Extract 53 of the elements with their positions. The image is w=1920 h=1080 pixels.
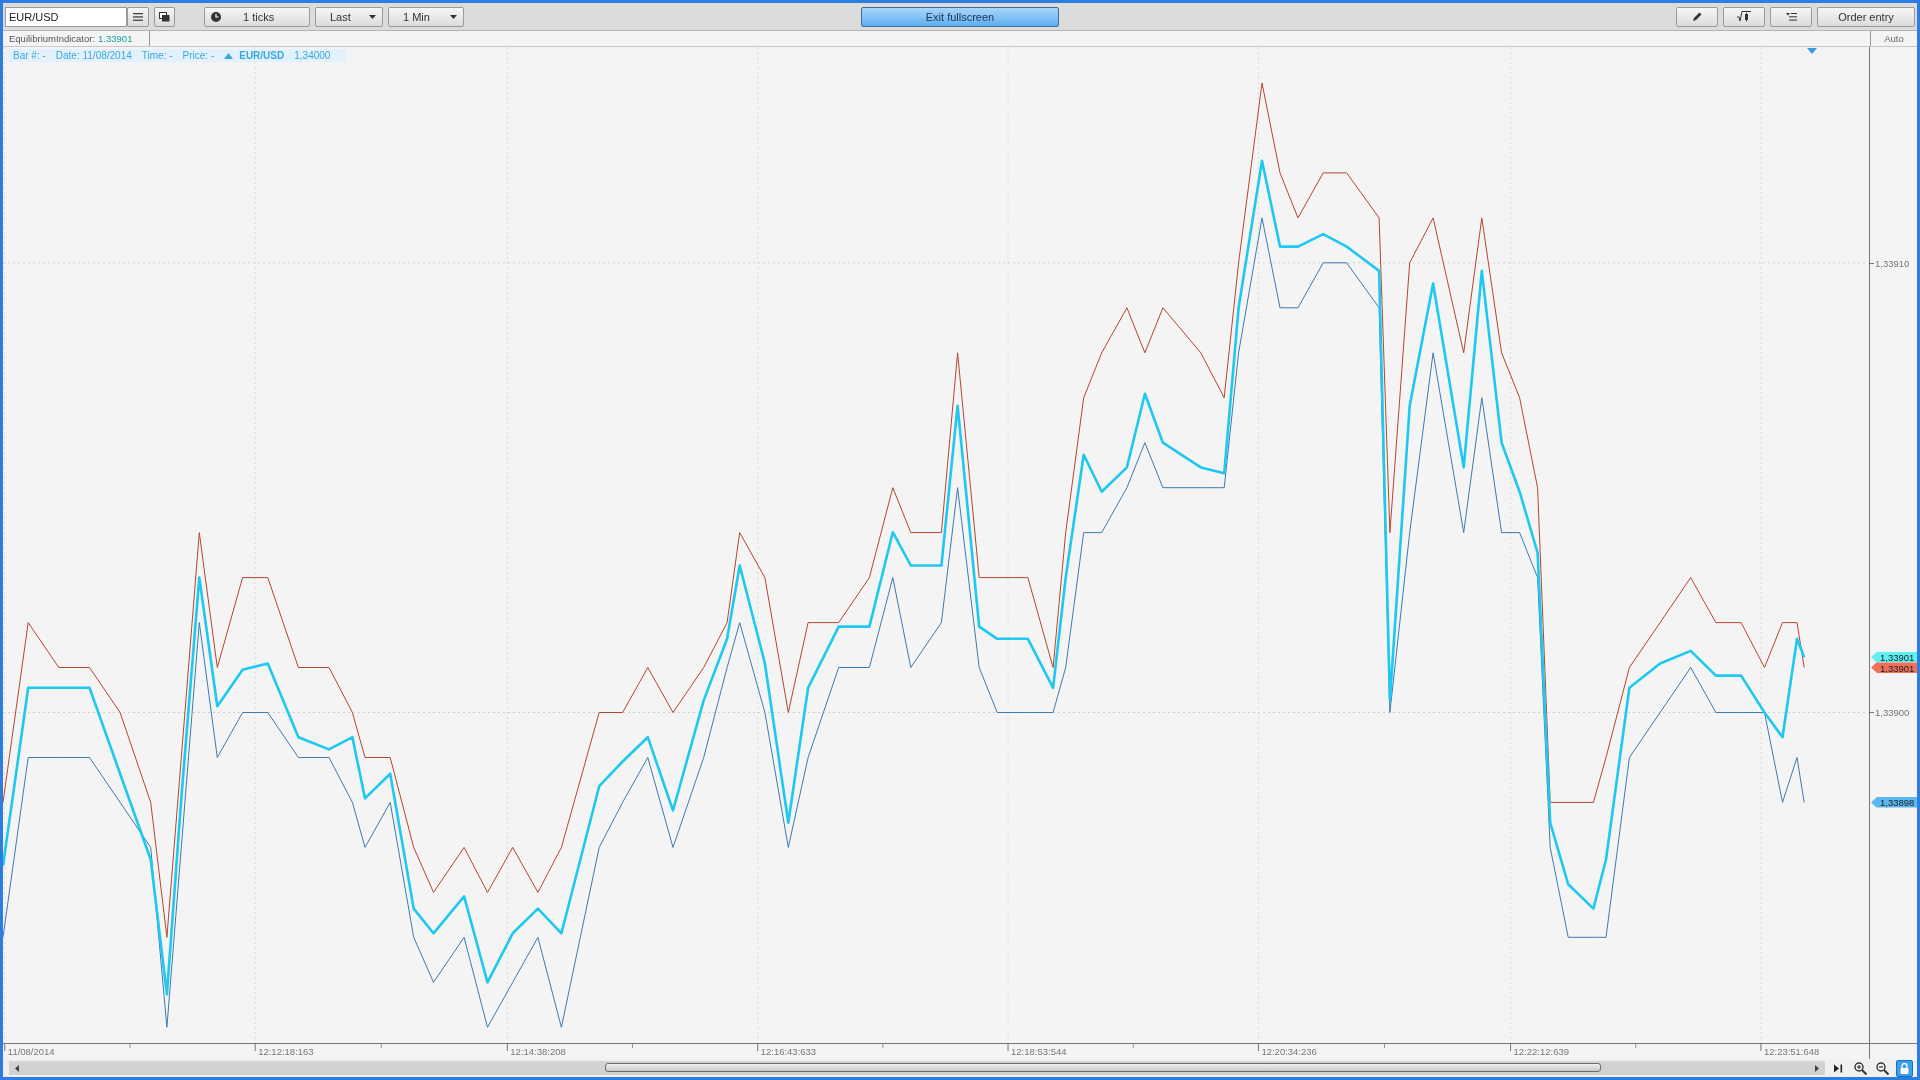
zoom-out-icon [1876, 1061, 1889, 1075]
menu-list-icon [1785, 12, 1797, 21]
axis-label: 1,33900 [1875, 707, 1910, 718]
time-label: 12:20:34:236 [1261, 1046, 1317, 1057]
lock-icon [1900, 1062, 1909, 1074]
left-arrow-icon [15, 1064, 19, 1072]
price-value: 1,34000 [294, 50, 331, 61]
scale-mode-label: Auto [1884, 33, 1904, 44]
zoom-in-icon [1854, 1061, 1867, 1075]
windows-icon [159, 11, 170, 22]
time-label: 12:12:18:163 [258, 1046, 314, 1057]
axis-label: 1,33910 [1875, 257, 1910, 269]
scrollbar-thumb[interactable] [605, 1063, 1601, 1072]
time-label: 12:18:53:544 [1011, 1046, 1067, 1057]
time-label: 12:14:38:208 [510, 1046, 566, 1057]
list-button[interactable] [127, 6, 149, 27]
pencil-icon [1692, 11, 1702, 22]
exit-fullscreen-button[interactable]: Exit fullscreen [861, 6, 1059, 27]
dropdown[interactable]: 1 Min [388, 6, 464, 27]
list-icon [133, 12, 143, 21]
skip-end-icon [1834, 1063, 1843, 1073]
time-label: 12:16:43:633 [760, 1046, 817, 1057]
time-label: 12:23:51:648 [1763, 1046, 1820, 1057]
zoom-in-button[interactable] [1852, 1059, 1869, 1077]
caret-icon [369, 14, 376, 19]
info-text: Date: 11/08/2014 [55, 50, 132, 61]
info-text: Price: - [182, 50, 215, 61]
indicator-value: 1.33901 [98, 33, 133, 44]
zoom-out-icon-button[interactable] [1874, 1059, 1891, 1077]
price-tag: 1,33898 [1871, 796, 1917, 808]
order-entry-button[interactable]: Order entry [1817, 6, 1915, 27]
symbol-label: EUR/USD [239, 50, 285, 61]
ticks-button[interactable]: 1 ticks [204, 6, 310, 27]
lock-button[interactable] [1896, 1059, 1913, 1077]
info-text: Bar #: - [13, 50, 46, 61]
windows-button[interactable] [154, 6, 175, 27]
dropdown[interactable]: Last [315, 6, 383, 27]
time-label: 12:22:12:639 [1513, 1046, 1570, 1057]
menu-button[interactable] [1770, 6, 1812, 27]
up-triangle-icon [224, 52, 234, 59]
down-triangle-icon [1807, 48, 1817, 54]
right-arrow-icon [1815, 1064, 1819, 1072]
time-label: 11/08/2014 [7, 1046, 55, 1057]
indicator-name: EquilibriumIndicator: [9, 33, 96, 44]
symbol-field[interactable]: EUR/USD [5, 6, 127, 27]
caret-icon [450, 14, 457, 19]
candlestick-button[interactable] [1723, 6, 1765, 27]
info-text: Time: - [141, 50, 173, 61]
candlestick-icon [1737, 11, 1751, 22]
clock-icon [211, 11, 221, 22]
pencil-button[interactable] [1676, 6, 1718, 27]
price-tag: 1,33901 [1871, 662, 1917, 674]
price-tag: 1,33901 [1871, 651, 1917, 663]
